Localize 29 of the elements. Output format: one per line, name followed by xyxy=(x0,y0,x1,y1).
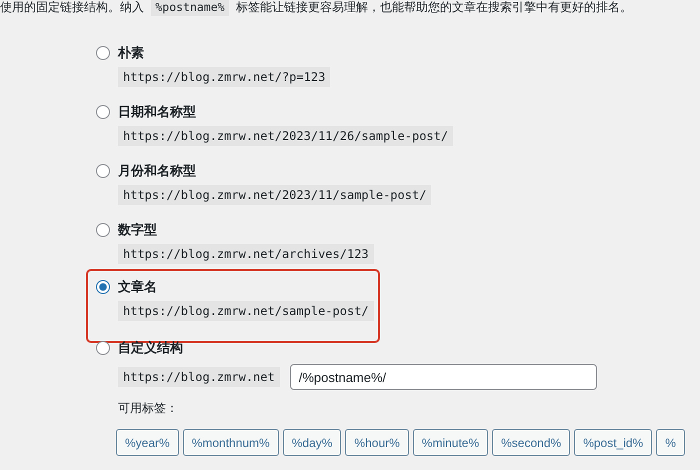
url-example: https://blog.zmrw.net/archives/123 xyxy=(118,244,374,264)
tag-button[interactable]: %second% xyxy=(492,429,570,456)
tags-label: 可用标签： xyxy=(118,400,179,417)
tag-button[interactable]: %hour% xyxy=(345,429,409,456)
intro-text: 使用的固定链接结构。纳入 %postname% 标签能让链接更容易理解，也能帮助您的文章在搜索引擎中有更好的排名。 xyxy=(0,0,633,18)
url-example: https://blog.zmrw.net/?p=123 xyxy=(118,67,330,87)
url-prefix: https://blog.zmrw.net xyxy=(118,367,280,387)
tag-button[interactable]: %monthnum% xyxy=(182,429,279,456)
tag-button[interactable]: %post_id% xyxy=(574,429,652,456)
option-label: 数字型 xyxy=(118,221,157,239)
radio-button[interactable] xyxy=(96,341,110,355)
structure-field[interactable]: /%postname%/ xyxy=(290,364,597,390)
radio-button[interactable] xyxy=(96,164,110,178)
option-label: 月份和名称型 xyxy=(118,162,196,180)
url-example: https://blog.zmrw.net/sample-post/ xyxy=(118,301,374,321)
option-label: 朴素 xyxy=(118,44,144,62)
tag-button[interactable]: %day% xyxy=(282,429,342,456)
option-label: 自定义结构 xyxy=(118,339,183,357)
radio-button[interactable] xyxy=(96,46,110,60)
tag-button[interactable]: %minute% xyxy=(412,429,488,456)
radio-button[interactable] xyxy=(96,105,110,119)
option-label: 日期和名称型 xyxy=(118,103,196,121)
url-example: https://blog.zmrw.net/2023/11/sample-post/ xyxy=(118,185,432,205)
radio-button[interactable] xyxy=(96,223,110,237)
option-label: 文章名 xyxy=(118,278,157,296)
radio-button[interactable] xyxy=(96,280,110,294)
url-example: https://blog.zmrw.net/2023/11/26/sample-post/ xyxy=(118,126,454,146)
tag-button[interactable]: % xyxy=(656,429,685,456)
tag-button[interactable]: %year% xyxy=(116,429,179,456)
